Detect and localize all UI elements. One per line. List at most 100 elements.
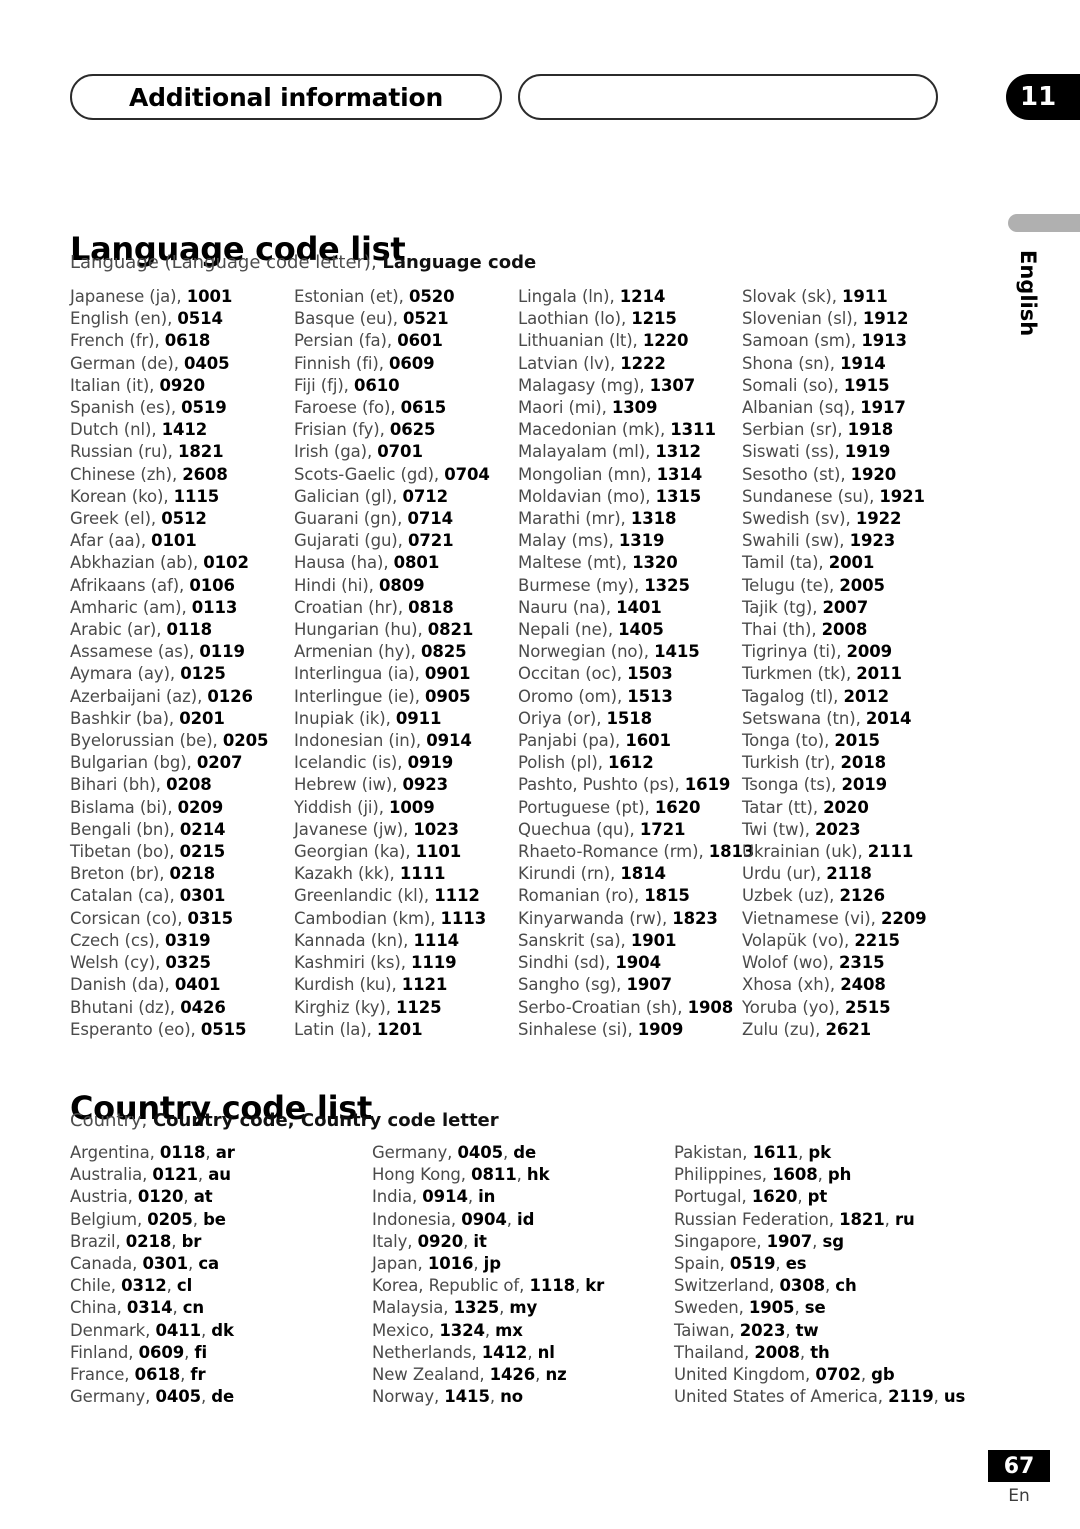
language-code: 0514: [177, 309, 223, 329]
language-name: Kurdish (ku),: [294, 975, 402, 995]
country-name: Sweden,: [674, 1298, 749, 1318]
language-code-entry: Bashkir (ba), 0201: [70, 708, 294, 730]
language-name: Arabic (ar),: [70, 620, 167, 640]
country-code: 1905: [748, 1298, 795, 1318]
language-code-entry: Fiji (fj), 0610: [294, 375, 518, 397]
country-name: Portugal,: [674, 1187, 752, 1207]
country-code-letter: fr: [190, 1365, 206, 1385]
language-column: Slovak (sk), 1911 Slovenian (sl), 1912 Sam…: [742, 286, 974, 1041]
language-code-entry: Malayalam (ml), 1312: [518, 441, 742, 463]
language-code-entry: Faroese (fo), 0615: [294, 397, 518, 419]
country-code-entry: France, 0618, fr: [70, 1364, 372, 1386]
country-code-entry: China, 0314, cn: [70, 1297, 372, 1319]
language-code-entry: Abkhazian (ab), 0102: [70, 552, 294, 574]
language-code: 2009: [846, 642, 893, 662]
language-code: 2007: [822, 597, 869, 617]
language-code: 2015: [834, 731, 880, 751]
language-code: 2012: [843, 686, 889, 706]
country-code-entry: Malaysia, 1325, my: [372, 1297, 674, 1319]
country-code-entry: India, 0914, in: [372, 1186, 674, 1208]
language-name: Setswana (tn),: [742, 708, 866, 728]
language-code: 1405: [618, 620, 664, 640]
language-name: Malay (ms),: [518, 531, 619, 551]
country-code-entry: Australia, 0121, au: [70, 1164, 372, 1186]
language-code-entry: Serbo-Croatian (sh), 1908: [518, 997, 742, 1019]
country-separator: ,: [188, 1254, 199, 1274]
country-separator: ,: [535, 1365, 546, 1385]
country-separator: ,: [171, 1231, 182, 1251]
language-code: 0712: [402, 486, 448, 506]
language-code-entry: Turkish (tr), 2018: [742, 752, 974, 774]
country-code-entry: United Kingdom, 0702, gb: [674, 1364, 1010, 1386]
language-code: 2215: [854, 930, 900, 950]
language-name: Slovenian (sl),: [742, 309, 863, 329]
language-code-entry: Breton (br), 0218: [70, 863, 294, 885]
language-name: Inupiak (ik),: [294, 708, 396, 728]
country-separator: ,: [794, 1298, 805, 1318]
language-name: Hindi (hi),: [294, 575, 379, 595]
language-code: 2023: [815, 819, 861, 839]
language-code-entry: Vietnamese (vi), 2209: [742, 908, 974, 930]
country-code: 0205: [147, 1209, 193, 1229]
country-name: Russian Federation,: [674, 1209, 840, 1229]
language-code-entry: Yiddish (ji), 1009: [294, 797, 518, 819]
language-name: Hausa (ha),: [294, 553, 394, 573]
language-code-entry: Quechua (qu), 1721: [518, 819, 742, 841]
language-name: French (fr),: [70, 331, 165, 351]
language-code: 0512: [161, 509, 207, 529]
country-code-letter: gb: [871, 1365, 895, 1385]
language-name: Spanish (es),: [70, 398, 182, 418]
language-code: 0801: [393, 553, 440, 573]
country-code-letter: us: [943, 1387, 966, 1407]
country-separator: ,: [200, 1387, 212, 1407]
language-name: Mongolian (mn),: [518, 464, 657, 484]
language-code-entry: Yoruba (yo), 2515: [742, 997, 974, 1019]
language-code: 1001: [186, 287, 233, 306]
language-code: 1518: [606, 708, 653, 728]
language-name: Zulu (zu),: [742, 1019, 826, 1039]
language-code-entry: Hungarian (hu), 0821: [294, 619, 518, 641]
country-code-letter: kr: [585, 1276, 605, 1296]
country-separator: ,: [180, 1365, 191, 1385]
language-name: Xhosa (xh),: [742, 975, 841, 995]
country-code-entry: Taiwan, 2023, tw: [674, 1320, 1010, 1342]
country-code: 2119: [888, 1387, 934, 1407]
language-name: Armenian (hy),: [294, 642, 421, 662]
language-code-entry: Tigrinya (ti), 2009: [742, 641, 974, 663]
country-code-letter: ph: [827, 1165, 852, 1185]
country-separator: ,: [200, 1320, 212, 1340]
language-code-entry: Burmese (my), 1325: [518, 575, 742, 597]
language-name: Bislama (bi),: [70, 797, 178, 817]
page-number-badge: 67: [988, 1450, 1050, 1482]
language-name: Icelandic (is),: [294, 753, 408, 773]
language-code: 1318: [630, 509, 677, 529]
language-code-entry: Malagasy (mg), 1307: [518, 375, 742, 397]
language-name: Catalan (ca),: [70, 886, 180, 906]
country-code-letter: nz: [545, 1365, 567, 1385]
language-name: Tigrinya (ti),: [742, 642, 847, 662]
language-name: Marathi (mr),: [518, 509, 631, 529]
language-code-entry: Arabic (ar), 0118: [70, 619, 294, 641]
country-code: 1907: [766, 1231, 813, 1251]
country-subtitle-plain: Country,: [70, 1110, 153, 1131]
country-name: Australia,: [70, 1165, 153, 1185]
language-code: 0325: [165, 953, 211, 973]
language-code: 1114: [413, 930, 460, 950]
country-name: Chile,: [70, 1276, 122, 1296]
country-code: 1325: [453, 1298, 500, 1318]
language-code-entry: Hausa (ha), 0801: [294, 552, 518, 574]
language-code: 1918: [847, 420, 894, 440]
language-name: Faroese (fo),: [294, 398, 401, 418]
language-name: Thai (th),: [742, 620, 822, 640]
country-code-entry: Korea, Republic of, 1118, kr: [372, 1275, 674, 1297]
country-separator: ,: [574, 1276, 586, 1296]
language-name: Serbo-Croatian (sh),: [518, 997, 688, 1017]
country-name: Belgium,: [70, 1209, 148, 1229]
language-code-entry: Mongolian (mn), 1314: [518, 464, 742, 486]
language-name: Basque (eu),: [294, 309, 404, 329]
language-name: Esperanto (eo),: [70, 1019, 201, 1039]
country-code-letter: th: [810, 1342, 830, 1362]
language-name: Tamil (ta),: [742, 553, 829, 573]
language-name: Gujarati (gu),: [294, 531, 408, 551]
country-name: United Kingdom,: [674, 1365, 816, 1385]
